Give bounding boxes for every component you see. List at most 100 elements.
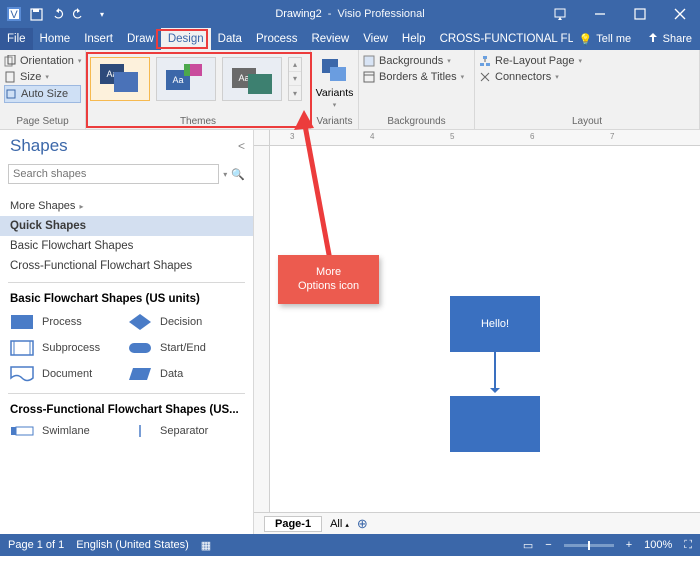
section-cross-functional: Cross-Functional Flowchart Shapes (US... (0, 400, 253, 420)
shape-start-end[interactable]: Start/End (128, 335, 246, 361)
shape-separator[interactable]: Separator (128, 420, 246, 442)
document-name: Drawing2 (275, 8, 321, 20)
collapse-pane-icon[interactable]: < (238, 139, 245, 153)
variants-button[interactable]: Variants ▾ (315, 53, 354, 109)
fit-page-icon[interactable]: ⛶ (684, 539, 692, 552)
close-button[interactable] (660, 0, 700, 28)
zoom-in-icon[interactable]: + (626, 539, 632, 551)
tab-review[interactable]: Review (304, 28, 356, 50)
redo-icon[interactable] (72, 6, 88, 22)
shape-subprocess[interactable]: Subprocess (10, 335, 128, 361)
shapes-pane: Shapes < ▾ 🔍 More Shapes▸ Quick Shapes B… (0, 130, 254, 534)
section-basic-flowchart: Basic Flowchart Shapes (US units) (0, 289, 253, 309)
connectors-icon (479, 71, 491, 83)
qat-dropdown-icon[interactable]: ▾ (94, 6, 110, 22)
presentation-mode-icon[interactable]: ▭ (523, 539, 533, 552)
category-cross-functional[interactable]: Cross-Functional Flowchart Shapes (0, 256, 253, 276)
status-language[interactable]: English (United States) (76, 539, 189, 551)
shape-data[interactable]: Data (128, 361, 246, 387)
canvas-shape-hello[interactable]: Hello! (450, 296, 540, 352)
shape-swimlane[interactable]: Swimlane (10, 420, 128, 442)
app-icon: V (6, 6, 22, 22)
variants-label: Variants (315, 115, 354, 129)
save-icon[interactable] (28, 6, 44, 22)
canvas-shape-empty[interactable] (450, 396, 540, 452)
tab-insert[interactable]: Insert (77, 28, 120, 50)
search-icon[interactable]: 🔍 (231, 168, 245, 181)
page-setup-label: Page Setup (4, 115, 81, 129)
theme-option-3[interactable]: Aa (222, 57, 282, 101)
ruler-vertical (254, 146, 270, 512)
ruler-horizontal: 3 4 5 6 7 (270, 130, 700, 146)
status-page: Page 1 of 1 (8, 539, 64, 551)
share-button[interactable]: Share (639, 28, 700, 50)
tell-me-label: Tell me (596, 33, 631, 45)
search-dropdown-icon[interactable]: ▾ (223, 170, 227, 179)
backgrounds-icon (363, 55, 375, 67)
search-shapes-input[interactable] (8, 164, 219, 184)
auto-size-button[interactable]: Auto Size (4, 85, 81, 103)
tab-design[interactable]: Design (161, 28, 211, 50)
tab-view[interactable]: View (356, 28, 395, 50)
connectors-button[interactable]: Connectors▾ (479, 69, 695, 85)
size-icon (4, 71, 16, 83)
borders-titles-button[interactable]: Borders & Titles▾ (363, 69, 470, 85)
tab-process[interactable]: Process (249, 28, 305, 50)
orientation-button[interactable]: Orientation▾ (4, 53, 81, 69)
tab-file[interactable]: File (0, 28, 33, 50)
backgrounds-button[interactable]: Backgrounds▾ (363, 53, 470, 69)
themes-label: Themes (90, 115, 306, 129)
all-pages-button[interactable]: All ▴ (330, 518, 349, 530)
shape-process[interactable]: Process (10, 309, 128, 335)
more-shapes-button[interactable]: More Shapes▸ (0, 196, 253, 216)
gallery-down-icon[interactable]: ▾ (289, 72, 301, 86)
ribbon-tabs: File Home Insert Draw Design Data Proces… (0, 28, 700, 50)
maximize-button[interactable] (620, 0, 660, 28)
tab-help[interactable]: Help (395, 28, 433, 50)
tell-me-search[interactable]: 💡 Tell me (573, 28, 638, 50)
tab-data[interactable]: Data (211, 28, 249, 50)
page-tabs-bar: Page-1 All ▴ ⊕ (254, 512, 700, 534)
theme-option-2[interactable]: Aa (156, 57, 216, 101)
tab-crossfunctional[interactable]: CROSS-FUNCTIONAL FLOW (433, 28, 573, 50)
title-separator: - (328, 8, 332, 20)
page-tab-1[interactable]: Page-1 (264, 516, 322, 532)
undo-icon[interactable] (50, 6, 66, 22)
group-backgrounds: Backgrounds▾ Borders & Titles▾ Backgroun… (359, 50, 475, 129)
theme-option-1[interactable]: Aa (90, 57, 150, 101)
share-label: Share (663, 33, 692, 45)
ruler-corner (254, 130, 270, 146)
drawing-canvas[interactable]: Hello! (270, 146, 700, 512)
relayout-button[interactable]: Re-Layout Page▾ (479, 53, 695, 69)
zoom-out-icon[interactable]: − (545, 539, 551, 551)
category-basic-flowchart[interactable]: Basic Flowchart Shapes (0, 236, 253, 256)
shape-decision[interactable]: Decision (128, 309, 246, 335)
shape-document[interactable]: Document (10, 361, 128, 387)
annotation-callout: More Options icon (278, 255, 379, 304)
group-layout: Re-Layout Page▾ Connectors▾ Layout (475, 50, 700, 129)
svg-text:V: V (10, 9, 18, 21)
auto-size-icon (5, 88, 17, 100)
gallery-up-icon[interactable]: ▴ (289, 58, 301, 72)
orientation-icon (4, 55, 16, 67)
gallery-more-icon[interactable]: ▾ (289, 86, 301, 100)
tab-draw[interactable]: Draw (120, 28, 161, 50)
size-button[interactable]: Size▾ (4, 69, 81, 85)
relayout-icon (479, 55, 491, 67)
canvas-connector[interactable] (494, 352, 496, 392)
themes-gallery-spinner: ▴ ▾ ▾ (288, 57, 302, 101)
variants-icon (320, 57, 350, 85)
status-bar: Page 1 of 1 English (United States) ▦ ▭ … (0, 534, 700, 556)
tab-home[interactable]: Home (33, 28, 78, 50)
group-page-setup: Orientation▾ Size▾ Auto Size Page Setup (0, 50, 86, 129)
title-bar: V ▾ Drawing2 - Visio Professional (0, 0, 700, 28)
minimize-button[interactable] (580, 0, 620, 28)
shapes-title: Shapes (10, 136, 68, 156)
ribbon-options-icon[interactable] (540, 0, 580, 28)
macro-icon[interactable]: ▦ (201, 539, 211, 552)
layout-label: Layout (479, 115, 695, 129)
category-quick-shapes[interactable]: Quick Shapes (0, 216, 253, 236)
add-page-icon[interactable]: ⊕ (357, 516, 368, 532)
zoom-level[interactable]: 100% (644, 539, 672, 551)
zoom-slider[interactable] (564, 544, 614, 547)
